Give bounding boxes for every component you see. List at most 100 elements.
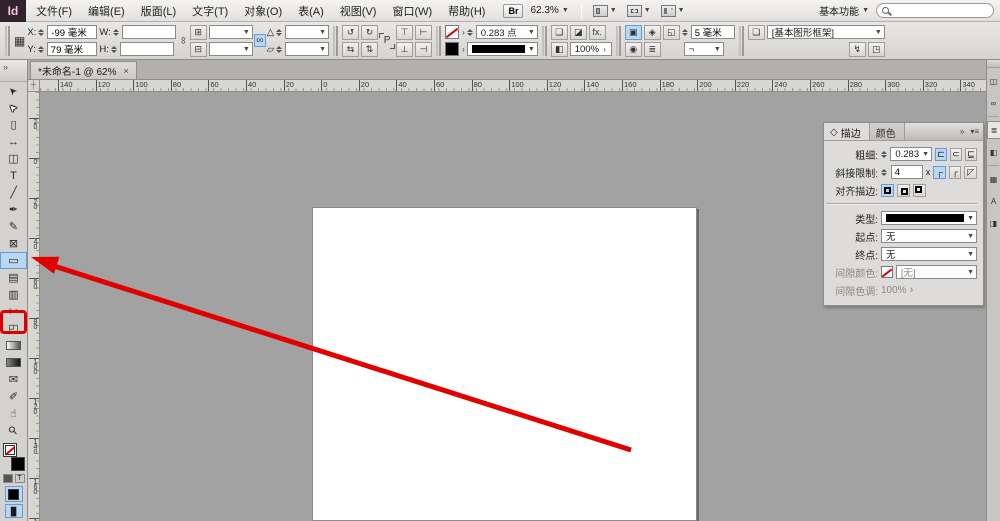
constrain-scale-link-icon[interactable]: ∞ [254, 34, 266, 47]
tab-stroke[interactable]: ◇ 描边 [824, 123, 870, 140]
rectangle-frame-tool[interactable]: ⊠ [0, 235, 27, 252]
stroke-panel-icon[interactable]: ≣ [987, 121, 1000, 139]
dock-header[interactable] [987, 60, 1000, 68]
gradient-feather-tool[interactable] [0, 354, 27, 371]
stroke-color-swatch[interactable] [445, 25, 459, 39]
align-bottom-button[interactable]: ⊥ [396, 42, 413, 57]
panel-grip[interactable] [5, 26, 10, 56]
line-tool[interactable]: ╱ [0, 184, 27, 201]
search-input[interactable] [893, 5, 983, 16]
object-style-combo[interactable]: [基本图形框架] ▼ [767, 25, 885, 39]
wrap-object-shape-button[interactable]: ◉ [625, 42, 642, 57]
character-styles-panel-icon[interactable]: ◨ [987, 214, 1000, 232]
miter-field[interactable] [891, 165, 923, 179]
paragraph-styles-panel-icon[interactable]: A [987, 192, 1000, 210]
jump-object-button[interactable]: ≣ [644, 42, 661, 57]
rotation-stepper[interactable] [276, 29, 283, 36]
select-container-indicator[interactable]: P [379, 33, 395, 49]
scissors-tool[interactable]: ✂ [0, 303, 27, 320]
pen-tool[interactable]: ✒ [0, 201, 27, 218]
free-transform-tool[interactable]: ◰ [0, 320, 27, 337]
shear-combo[interactable]: ▼ [285, 42, 329, 56]
h-field[interactable] [120, 42, 174, 56]
align-left-button[interactable]: ⊢ [415, 25, 432, 40]
align-right-button[interactable]: ⊣ [415, 42, 432, 57]
flip-horizontal-button[interactable]: ⇆ [342, 42, 359, 57]
direct-selection-tool[interactable]: ➤ [0, 99, 27, 116]
pencil-tool[interactable]: ✎ [0, 218, 27, 235]
gap-tool[interactable]: ↔ [0, 133, 27, 150]
menu-item-4[interactable]: 对象(O) [236, 0, 290, 22]
search-box[interactable] [876, 3, 994, 18]
drop-shadow-button[interactable]: ❏ [551, 25, 568, 40]
stroke-type-combo[interactable]: ▼ [467, 42, 538, 56]
miter-join-button[interactable]: ┌ [933, 166, 946, 179]
miter-stepper[interactable] [881, 169, 888, 176]
formatting-affects-text-button[interactable]: T [15, 474, 25, 483]
weight-stepper[interactable] [881, 151, 887, 158]
menu-item-2[interactable]: 版面(L) [133, 0, 184, 22]
apply-color-button[interactable] [5, 486, 23, 502]
vertical-grid-tool[interactable]: ▥ [0, 286, 27, 303]
no-text-wrap-button[interactable]: ▣ [625, 25, 642, 40]
fill-color-swatch[interactable] [445, 42, 459, 56]
zoom-tool[interactable]: ⚲ [0, 422, 27, 439]
corner-size-stepper[interactable] [682, 29, 689, 36]
fx-menu-button[interactable]: fx. [589, 25, 606, 40]
wrap-bounding-box-button[interactable]: ◈ [644, 25, 661, 40]
rotate-cw-button[interactable]: ↻ [361, 25, 378, 40]
flip-vertical-button[interactable]: ⇅ [361, 42, 378, 57]
scale-y-combo[interactable]: ▼ [209, 42, 253, 56]
rotate-ccw-button[interactable]: ↺ [342, 25, 359, 40]
round-join-button[interactable]: ╭ [949, 166, 962, 179]
menu-item-3[interactable]: 文字(T) [184, 0, 236, 22]
arrange-documents-dropdown[interactable]: ▼ [657, 3, 689, 19]
transparency-button[interactable]: ◧ [551, 42, 568, 57]
align-stroke-center-button[interactable] [881, 184, 894, 197]
menu-item-7[interactable]: 窗口(W) [384, 0, 440, 22]
close-icon[interactable]: × [124, 66, 129, 76]
menu-item-8[interactable]: 帮助(H) [440, 0, 493, 22]
table-panel-icon[interactable]: ▦ [987, 170, 1000, 188]
workspace-switcher[interactable]: 基本功能 ▼ [814, 1, 874, 20]
h-stepper[interactable] [111, 46, 118, 53]
stroke-swatch[interactable] [3, 443, 17, 457]
start-combo[interactable]: 无 ▼ [881, 229, 977, 243]
selection-tool[interactable]: ➤ [0, 82, 27, 99]
projecting-cap-button[interactable]: ⊑ [965, 148, 977, 161]
end-combo[interactable]: 无 ▼ [881, 247, 977, 261]
horizontal-grid-tool[interactable]: ▤ [0, 269, 27, 286]
object-effects-button[interactable]: ◪ [570, 25, 587, 40]
x-field[interactable] [47, 25, 97, 39]
rectangle-tool[interactable]: ▭ [0, 252, 27, 269]
gap-color-combo[interactable]: [无] ▼ [896, 265, 977, 279]
swatches-panel-icon[interactable]: ◧ [987, 143, 1000, 161]
toolbox-collapse-chevrons[interactable]: » [0, 60, 27, 82]
menu-item-5[interactable]: 表(A) [290, 0, 332, 22]
w-stepper[interactable] [113, 29, 120, 36]
ruler-origin-box[interactable]: ┼ [28, 80, 40, 92]
menu-item-6[interactable]: 视图(V) [332, 0, 385, 22]
stroke-weight-stepper[interactable] [467, 29, 474, 36]
stroke-type-combo[interactable]: ▼ [881, 211, 977, 225]
butt-cap-button[interactable]: ⊏ [935, 148, 947, 161]
type-tool[interactable]: T [0, 167, 27, 184]
align-stroke-inside-button[interactable] [897, 184, 910, 197]
reference-point-proxy[interactable]: ▦ [14, 34, 25, 48]
view-options-dropdown[interactable]: ▼ [589, 3, 621, 19]
shear-stepper[interactable] [276, 46, 283, 53]
y-field[interactable] [47, 42, 97, 56]
weight-combo[interactable]: 0.283 ▼ [890, 147, 932, 161]
panel-menu-icon[interactable]: ▾≡ [970, 127, 979, 136]
rotation-combo[interactable]: ▼ [285, 25, 329, 39]
y-stepper[interactable] [38, 46, 45, 53]
tab-color[interactable]: 颜色 [870, 123, 905, 140]
round-cap-button[interactable]: ⊂ [950, 148, 962, 161]
page-tool[interactable]: ▯ [0, 116, 27, 133]
w-field[interactable] [122, 25, 176, 39]
pages-panel-icon[interactable]: ◫ [987, 72, 1000, 90]
menu-item-1[interactable]: 编辑(E) [80, 0, 133, 22]
hand-tool[interactable]: ☝ [0, 405, 27, 422]
eyedropper-tool[interactable]: ✐ [0, 388, 27, 405]
links-panel-icon[interactable]: ∞ [987, 94, 1000, 112]
